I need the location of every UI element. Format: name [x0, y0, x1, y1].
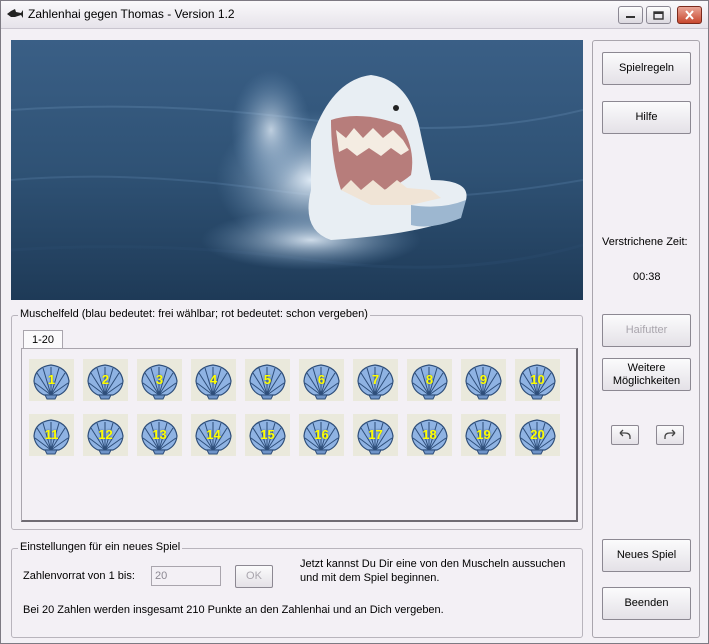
shell-number: 13: [152, 427, 167, 442]
tab-1-20[interactable]: 1-20: [23, 330, 63, 349]
help-button-label: Hilfe: [635, 111, 658, 123]
range-label: Zahlenvorrat von 1 bis:: [23, 570, 135, 582]
maximize-button[interactable]: [646, 6, 671, 24]
shell-number: 11: [44, 427, 59, 442]
shell-number: 1: [47, 372, 56, 387]
ok-button-label: OK: [246, 570, 262, 582]
shark-icon: [7, 9, 23, 18]
minimize-button[interactable]: [618, 6, 643, 24]
shell-number: 8: [425, 372, 434, 387]
undo-button[interactable]: [611, 425, 639, 445]
quit-button-label: Beenden: [624, 597, 669, 609]
more-options-label-1: Weitere: [627, 361, 666, 374]
shell-6[interactable]: 6: [299, 359, 344, 401]
shell-number: 7: [371, 372, 380, 387]
shell-8[interactable]: 8: [407, 359, 452, 401]
shell-7[interactable]: 7: [353, 359, 398, 401]
shell-14[interactable]: 14: [191, 414, 236, 456]
shell-number: 5: [263, 372, 272, 387]
help-button[interactable]: Hilfe: [602, 101, 691, 134]
more-options-button[interactable]: Weitere Möglichkeiten: [602, 358, 691, 391]
shell-number: 12: [98, 427, 113, 442]
new-game-button-label: Neues Spiel: [616, 549, 677, 561]
shell-tab-panel: 1 2 3 4 5 6 7 8 9 10 11 12 13 14 15 16 17 18 19 20: [21, 348, 578, 522]
shell-number: 2: [101, 372, 110, 387]
redo-icon: [664, 429, 676, 439]
ok-button[interactable]: OK: [235, 565, 273, 588]
shell-2[interactable]: 2: [83, 359, 128, 401]
shell-5[interactable]: 5: [245, 359, 290, 401]
new-game-settings-legend: Einstellungen für ein neues Spiel: [18, 541, 183, 553]
minimize-icon: [626, 16, 635, 18]
shark-photo: [11, 40, 583, 300]
hint-line-2: und mit dem Spiel beginnen.: [300, 572, 440, 584]
shell-number: 20: [530, 427, 545, 442]
shell-15[interactable]: 15: [245, 414, 290, 456]
shell-number: 9: [479, 372, 488, 387]
shell-number: 19: [476, 427, 491, 442]
shark-food-button[interactable]: Haifutter: [602, 314, 691, 347]
shell-number: 14: [206, 427, 221, 442]
close-button[interactable]: [677, 6, 702, 24]
shell-20[interactable]: 20: [515, 414, 560, 456]
shell-4[interactable]: 4: [191, 359, 236, 401]
shell-18[interactable]: 18: [407, 414, 452, 456]
shell-field-legend: Muschelfeld (blau bedeutet: frei wählbar…: [18, 308, 370, 320]
shell-number: 16: [314, 427, 329, 442]
quit-button[interactable]: Beenden: [602, 587, 691, 620]
shell-10[interactable]: 10: [515, 359, 560, 401]
shell-3[interactable]: 3: [137, 359, 182, 401]
elapsed-time-value: 00:38: [633, 271, 661, 283]
shell-13[interactable]: 13: [137, 414, 182, 456]
shell-11[interactable]: 11: [29, 414, 74, 456]
range-input[interactable]: 20: [151, 566, 221, 586]
shell-17[interactable]: 17: [353, 414, 398, 456]
shark-food-button-label: Haifutter: [625, 324, 668, 336]
more-options-label-2: Möglichkeiten: [612, 374, 681, 387]
shell-number: 18: [422, 427, 437, 442]
hint-line-1: Jetzt kannst Du Dir eine von den Muschel…: [300, 558, 566, 570]
app-window: Zahlenhai gegen Thomas - Version 1.2 Mus…: [0, 0, 709, 644]
redo-button[interactable]: [656, 425, 684, 445]
shell-12[interactable]: 12: [83, 414, 128, 456]
close-icon: [685, 10, 694, 20]
shell-16[interactable]: 16: [299, 414, 344, 456]
maximize-icon: [653, 10, 664, 20]
shell-1[interactable]: 1: [29, 359, 74, 401]
shell-19[interactable]: 19: [461, 414, 506, 456]
elapsed-time-label: Verstrichene Zeit:: [602, 236, 688, 248]
shell-number: 17: [368, 427, 383, 442]
window-title: Zahlenhai gegen Thomas - Version 1.2: [28, 7, 235, 21]
shell-9[interactable]: 9: [461, 359, 506, 401]
shell-number: 15: [260, 427, 275, 442]
rules-button[interactable]: Spielregeln: [602, 52, 691, 85]
shell-number: 6: [317, 372, 326, 387]
shell-number: 4: [209, 372, 218, 387]
client-area: Muschelfeld (blau bedeutet: frei wählbar…: [1, 30, 708, 643]
shell-number: 10: [530, 372, 545, 387]
points-info: Bei 20 Zahlen werden insgesamt 210 Punkt…: [23, 604, 444, 616]
new-game-button[interactable]: Neues Spiel: [602, 539, 691, 572]
shell-number: 3: [155, 372, 164, 387]
title-bar[interactable]: Zahlenhai gegen Thomas - Version 1.2: [1, 1, 708, 29]
undo-icon: [619, 429, 631, 439]
rules-button-label: Spielregeln: [618, 62, 675, 74]
